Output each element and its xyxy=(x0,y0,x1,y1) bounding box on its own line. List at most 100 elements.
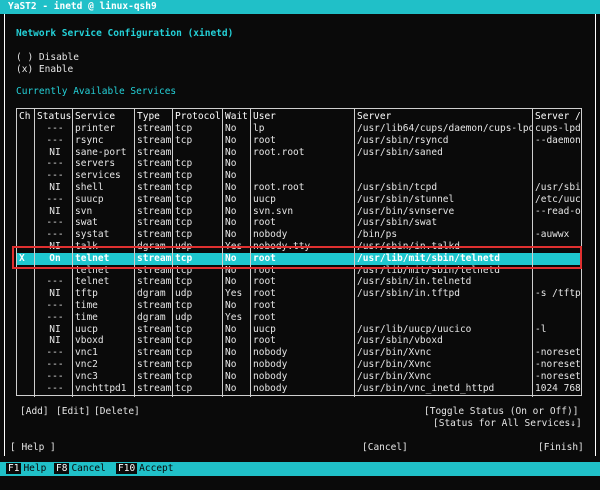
help-button[interactable]: [ Help ] xyxy=(10,442,56,453)
cell-ch xyxy=(19,123,33,135)
cancel-button[interactable]: [Cancel] xyxy=(362,442,408,453)
table-row[interactable]: NI svn stream tcp No svn.svn/usr/bin/svnserve… xyxy=(17,206,581,218)
table-row[interactable]: --- systat stream tcp No nobody/bin/ps -auwwx xyxy=(17,229,581,241)
cell-protocol: tcp xyxy=(175,229,193,241)
fkey-accept[interactable]: F10 Accept xyxy=(116,462,176,476)
table-row[interactable]: --- suucp stream tcp No uucp/usr/sbin/stunnel… xyxy=(17,194,581,206)
table-row[interactable]: NI shell stream tcp No root.root/usr/sbin/tcp… xyxy=(17,182,581,194)
fkey-accept-key: F10 xyxy=(116,463,138,474)
fkey-cancel-key: F8 xyxy=(54,463,70,474)
cell-protocol: tcp xyxy=(175,158,193,170)
fkey-help-label: Help xyxy=(23,463,47,474)
finish-button[interactable]: [Finish] xyxy=(538,442,584,453)
cell-type: stream xyxy=(137,370,172,382)
status-all-services-button[interactable]: [Status for All Services↓] xyxy=(433,418,582,429)
cell-type: stream xyxy=(137,182,172,193)
cell-server xyxy=(357,170,533,182)
cell-server xyxy=(357,158,533,170)
table-row[interactable]: --- vnc3 stream tcp No nobody/usr/bin/Xvnc -no… xyxy=(17,371,581,383)
col-wait: Wait xyxy=(225,111,248,122)
fkey-help[interactable]: F1 Help xyxy=(6,462,48,476)
cell-user: root xyxy=(253,134,276,146)
cell-status: --- xyxy=(46,276,64,288)
table-row[interactable]: --- time dgram udp Yes root xyxy=(17,312,581,324)
cell-type: dgram xyxy=(137,311,166,323)
cell-server: /usr/sbin/in.tftpd xyxy=(357,288,460,300)
cell-protocol: tcp xyxy=(175,217,193,229)
cell-user: root xyxy=(253,335,276,347)
cell-ch xyxy=(19,158,33,170)
table-row[interactable]: --- rsync stream tcp No root/usr/sbin/rsyncd -… xyxy=(17,135,581,147)
cell-type: stream xyxy=(137,229,172,241)
cell-ch xyxy=(19,347,33,359)
table-row[interactable]: --- servers stream tcp No xyxy=(17,158,581,170)
fkey-cancel[interactable]: F8 Cancel xyxy=(54,462,108,476)
table-row[interactable]: --- vnchttpd1 stream tcp No nobody/usr/bin/vn… xyxy=(17,383,581,395)
cell-wait: No xyxy=(225,123,237,134)
col-status: Status xyxy=(37,111,72,122)
cell-wait: No xyxy=(225,134,237,146)
cell-server: /usr/sbin/stunnel xyxy=(357,193,455,205)
radio-disable[interactable]: ( ) Disable xyxy=(16,52,79,63)
cell-wait: No xyxy=(225,300,237,311)
cell-user: nobody xyxy=(253,229,288,241)
table-row[interactable]: --- telnet stream tcp No root/usr/sbin/in.tel… xyxy=(17,276,581,288)
cell-service: sane-port xyxy=(75,146,127,158)
table-row[interactable]: NI sane-port stream No root.root/usr/sbin/sa… xyxy=(17,147,581,159)
cell-protocol xyxy=(175,147,223,159)
radio-enable-mark: (x) xyxy=(16,64,34,75)
cell-server-args: /usr/sbi xyxy=(535,182,581,193)
cell-protocol: tcp xyxy=(175,182,193,193)
services-section-title: Currently Available Services xyxy=(16,86,177,97)
cell-server-args xyxy=(535,147,581,159)
delete-button[interactable]: [Delete] xyxy=(94,406,140,417)
cell-server-args: /etc/uuc xyxy=(535,193,581,205)
cell-ch xyxy=(19,359,33,371)
cell-wait: No xyxy=(225,359,237,370)
table-row[interactable]: --- swat stream tcp No root/usr/sbin/swat xyxy=(17,217,581,229)
cell-type: stream xyxy=(137,359,172,370)
cell-server-args xyxy=(535,312,581,324)
cell-ch xyxy=(19,147,33,159)
cell-status: NI xyxy=(49,323,61,335)
table-row[interactable]: NI vboxd stream tcp No root/usr/sbin/vboxd xyxy=(17,335,581,347)
cell-service: time xyxy=(75,311,98,323)
table-row[interactable]: --- vnc1 stream tcp No nobody/usr/bin/Xvnc -no… xyxy=(17,347,581,359)
cell-service: vboxd xyxy=(75,335,104,347)
cell-server: /usr/bin/vnc_inetd_httpd xyxy=(357,382,495,394)
function-key-bar: F1 Help F8 Cancel F10 Accept xyxy=(0,462,600,476)
cell-wait: No xyxy=(225,335,237,347)
cell-server-args: 1024 768 xyxy=(535,382,581,394)
cell-server-args xyxy=(535,335,581,347)
cell-server xyxy=(357,300,533,312)
cell-server: /usr/sbin/in.telnetd xyxy=(357,276,472,288)
table-row[interactable]: --- printer stream tcp No lp/usr/lib64/cups/d… xyxy=(17,123,581,135)
cell-protocol: tcp xyxy=(175,276,193,288)
radio-enable[interactable]: (x) Enable xyxy=(16,64,73,75)
cell-status: NI xyxy=(49,335,61,347)
cell-server-args: -noreset xyxy=(535,347,581,359)
cell-protocol: tcp xyxy=(175,323,193,335)
cell-type: stream xyxy=(137,146,172,158)
cell-server-args: -s /tftp xyxy=(535,288,581,300)
cell-server-args xyxy=(535,158,581,170)
cell-service: tftp xyxy=(75,288,98,300)
cell-ch xyxy=(19,182,33,194)
table-row[interactable]: --- vnc2 stream tcp No nobody/usr/bin/Xvnc -no… xyxy=(17,359,581,371)
table-row[interactable]: --- services stream tcp No xyxy=(17,170,581,182)
cell-protocol: tcp xyxy=(175,370,193,382)
cell-ch xyxy=(19,229,33,241)
cell-service: suucp xyxy=(75,193,104,205)
table-row[interactable]: --- time stream tcp No root xyxy=(17,300,581,312)
cell-server: /usr/bin/svnserve xyxy=(357,205,455,217)
cell-service: time xyxy=(75,300,98,311)
add-button[interactable]: [Add] xyxy=(20,406,49,417)
page-title: Network Service Configuration (xinetd) xyxy=(16,28,234,39)
table-row[interactable]: NI uucp stream tcp No uucp/usr/lib/uucp/uucic… xyxy=(17,324,581,336)
col-protocol: Protocol xyxy=(175,111,221,122)
toggle-status-button[interactable]: [Toggle Status (On or Off)] xyxy=(424,406,578,417)
table-row[interactable]: NI tftp dgram udp Yes root/usr/sbin/in.tftpd -… xyxy=(17,288,581,300)
cell-server-args: -l xyxy=(535,323,547,335)
cell-server-args: -noreset xyxy=(535,370,581,382)
edit-button[interactable]: [Edit] xyxy=(56,406,90,417)
